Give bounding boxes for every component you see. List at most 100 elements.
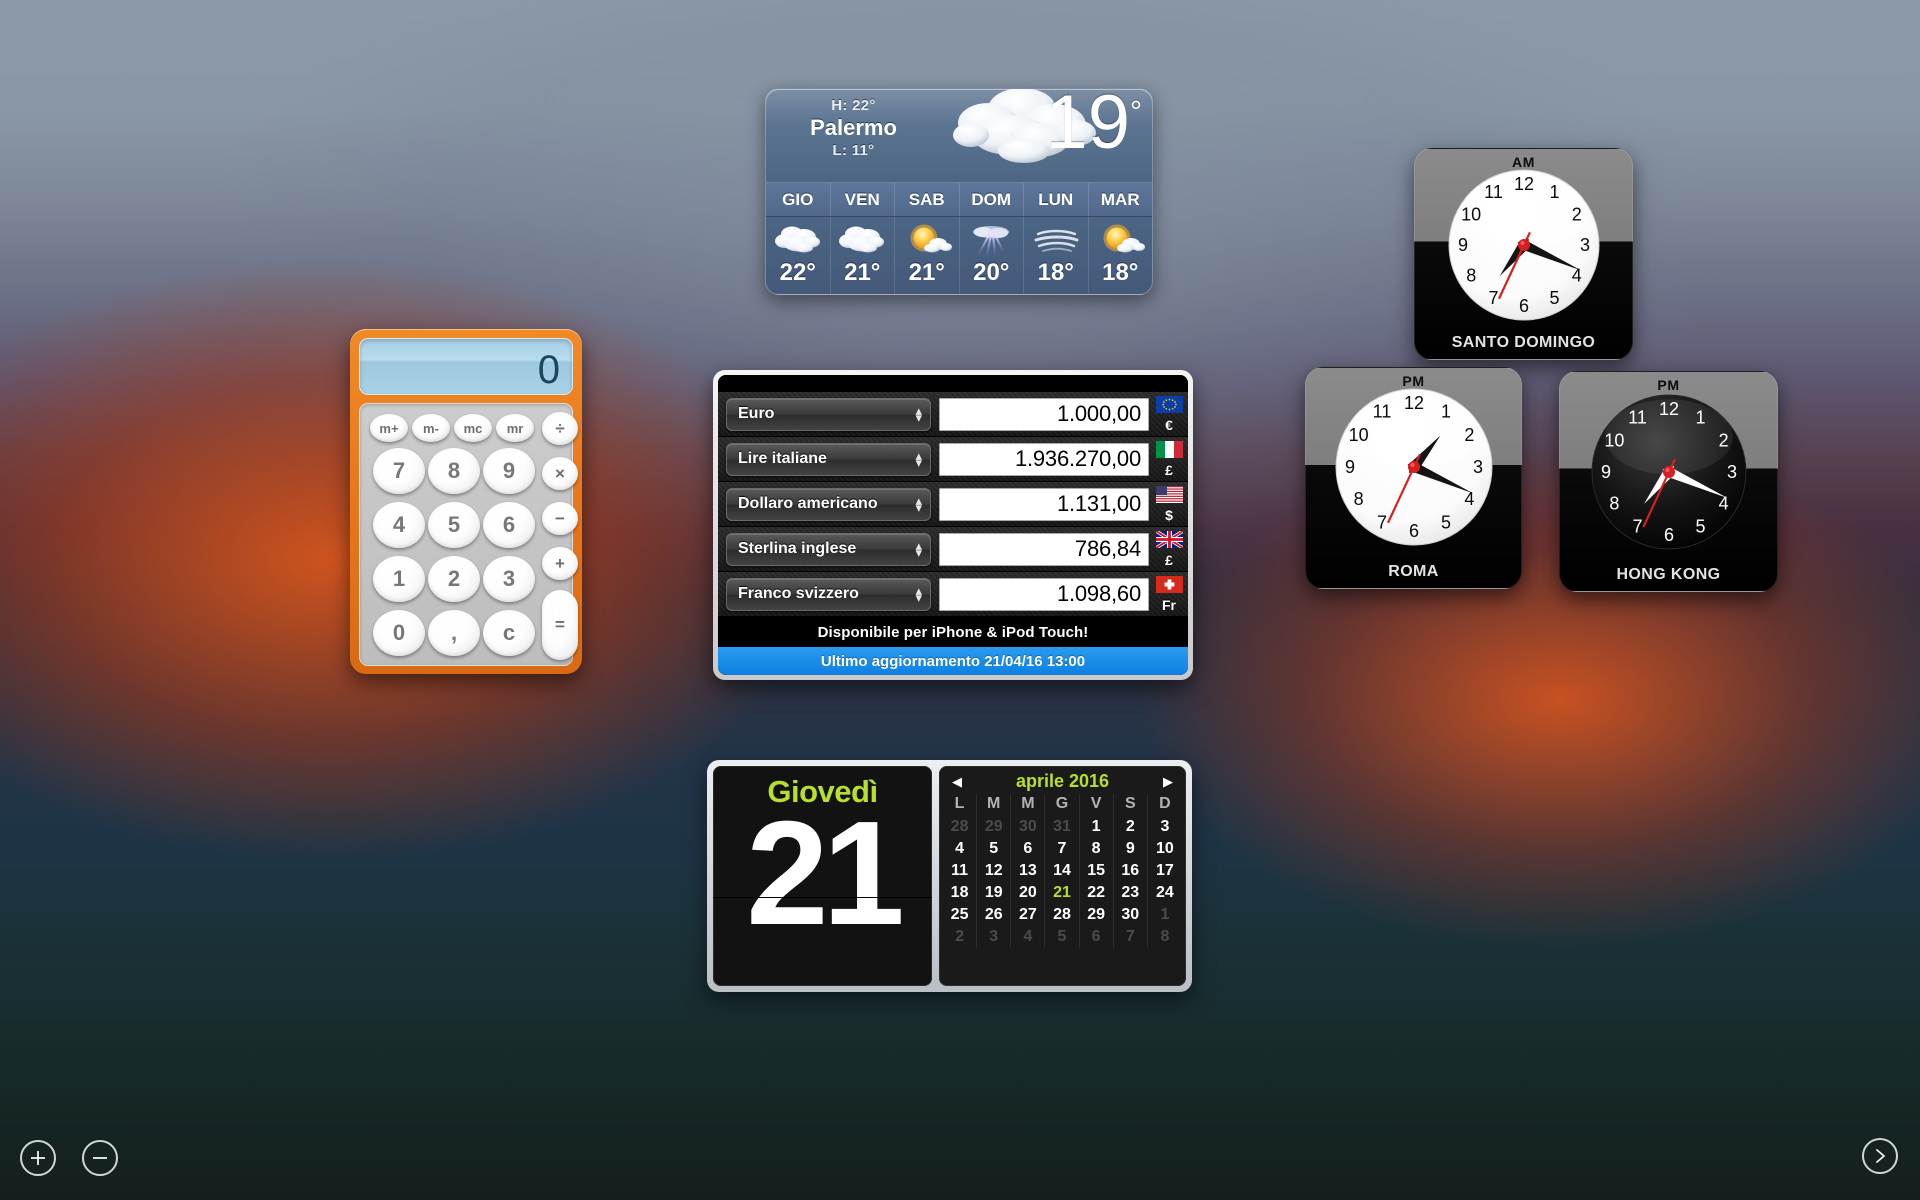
calendar-day-cell[interactable]: 26: [977, 904, 1012, 926]
calc-key-1[interactable]: 1: [373, 556, 425, 602]
currency-amount-input-0[interactable]: 1.000,00: [939, 397, 1149, 431]
stepper-icon[interactable]: ▴ ▾: [915, 494, 922, 514]
calc-key-2[interactable]: 2: [428, 556, 480, 602]
calc-key-3[interactable]: 3: [483, 556, 535, 602]
calendar-day-cell[interactable]: 25: [943, 904, 978, 926]
clock-face: 12 1234567891011: [1448, 169, 1599, 321]
currency-amount-input-1[interactable]: 1.936.270,00: [939, 442, 1149, 476]
currency-converter-widget[interactable]: Euro ▴ ▾ 1.000,00 € Lire italiane ▴ ▾ 1.936.270,…: [713, 370, 1193, 680]
calendar-day-today[interactable]: 21: [1045, 882, 1080, 904]
calc-key-divide[interactable]: ÷: [542, 412, 578, 445]
add-widget-button[interactable]: [20, 1140, 56, 1176]
calendar-day-cell[interactable]: 19: [977, 882, 1012, 904]
clock-city-label: ROMA: [1388, 563, 1439, 580]
next-page-button[interactable]: [1862, 1138, 1898, 1174]
calendar-day-cell[interactable]: 5: [977, 838, 1012, 860]
currency-select-1[interactable]: Lire italiane ▴ ▾: [726, 442, 931, 476]
currency-amount-input-2[interactable]: 1.131,00: [939, 487, 1149, 521]
stepper-icon[interactable]: ▴ ▾: [915, 404, 922, 424]
calendar-day-cell[interactable]: 30: [1011, 816, 1046, 838]
calendar-day-cell[interactable]: 5: [1045, 926, 1080, 948]
calendar-day-cell[interactable]: 23: [1114, 882, 1148, 904]
calculator-widget[interactable]: 0 m+ m-mc mr 7 8 9 4 5 6 1 2 3 0, c ÷ × − + =: [350, 329, 582, 674]
calc-key-9[interactable]: 9: [483, 448, 535, 494]
calendar-day-cell[interactable]: 7: [1045, 838, 1080, 860]
svg-text:10: 10: [1461, 205, 1481, 225]
calc-key-mc[interactable]: mc: [454, 414, 492, 442]
calc-key-6[interactable]: 6: [483, 502, 535, 548]
calendar-day-cell[interactable]: 2: [943, 926, 978, 948]
stepper-icon[interactable]: ▴ ▾: [915, 449, 922, 469]
svg-text:6: 6: [1663, 525, 1673, 545]
calendar-prev-month-icon[interactable]: ◀: [952, 774, 962, 790]
calc-key-8[interactable]: 8: [428, 448, 480, 494]
calendar-day-cell[interactable]: 10: [1148, 838, 1182, 860]
stepper-icon[interactable]: ▴ ▾: [915, 584, 922, 604]
calendar-day-cell[interactable]: 17: [1148, 860, 1182, 882]
calc-key-mminus[interactable]: m-: [412, 414, 450, 442]
calc-key-add[interactable]: +: [542, 547, 578, 580]
calc-key-mplus[interactable]: m+: [370, 414, 408, 442]
svg-text:12: 12: [1658, 399, 1678, 419]
calendar-day-cell[interactable]: 1: [1080, 816, 1114, 838]
calendar-day-cell[interactable]: 27: [1011, 904, 1046, 926]
calc-key-5[interactable]: 5: [428, 502, 480, 548]
calc-key-7[interactable]: 7: [373, 448, 425, 494]
calendar-day-cell[interactable]: 30: [1114, 904, 1148, 926]
currency-select-3[interactable]: Sterlina inglese ▴ ▾: [726, 532, 931, 566]
currency-amount-value: 1.936.270,00: [1014, 446, 1141, 471]
calendar-day-cell[interactable]: 18: [943, 882, 978, 904]
calendar-day-cell[interactable]: 16: [1114, 860, 1148, 882]
calc-key-equals[interactable]: =: [542, 590, 578, 660]
currency-select-4[interactable]: Franco svizzero ▴ ▾: [726, 577, 931, 611]
calendar-day-cell[interactable]: 15: [1080, 860, 1114, 882]
calc-key-comma[interactable]: ,: [428, 610, 480, 656]
calendar-day-cell[interactable]: 4: [943, 838, 978, 860]
weather-forecast-temp: 20°: [973, 259, 1010, 286]
calendar-day-cell[interactable]: 4: [1011, 926, 1046, 948]
calendar-day-cell[interactable]: 8: [1148, 926, 1182, 948]
calendar-day-cell[interactable]: 31: [1045, 816, 1080, 838]
calendar-day-cell[interactable]: 8: [1080, 838, 1114, 860]
calendar-day-cell[interactable]: 28: [943, 816, 978, 838]
calc-key-4[interactable]: 4: [373, 502, 425, 548]
calendar-day-cell[interactable]: 29: [977, 816, 1012, 838]
minus-icon: [93, 1157, 107, 1159]
calendar-day-cell[interactable]: 22: [1080, 882, 1114, 904]
calendar-day-cell[interactable]: 6: [1011, 838, 1046, 860]
calc-key-mr[interactable]: mr: [496, 414, 534, 442]
calendar-day-cell[interactable]: 24: [1148, 882, 1182, 904]
calendar-day-cell[interactable]: 3: [977, 926, 1012, 948]
calendar-day-cell[interactable]: 2: [1114, 816, 1148, 838]
calc-key-subtract[interactable]: −: [542, 502, 578, 535]
calendar-day-cell[interactable]: 29: [1080, 904, 1114, 926]
calc-key-multiply[interactable]: ×: [542, 457, 578, 490]
weather-current-temp: 19°: [1045, 88, 1142, 165]
currency-select-0[interactable]: Euro ▴ ▾: [726, 397, 931, 431]
calendar-day-cell[interactable]: 3: [1148, 816, 1182, 838]
calendar-dow-header: D: [1159, 795, 1171, 812]
calendar-day-cell[interactable]: 13: [1011, 860, 1046, 882]
calendar-day-cell[interactable]: 1: [1148, 904, 1182, 926]
world-clock-roma[interactable]: PM 12 1 2 3 4 5 6 7 8 9 10 11 ROMA: [1305, 367, 1522, 589]
calendar-next-month-icon[interactable]: ▶: [1163, 774, 1173, 790]
calc-key-0[interactable]: 0: [373, 610, 425, 656]
weather-widget[interactable]: H: 22° Palermo L: 11° 19° GIO VEN SAB DOM LU…: [765, 88, 1153, 295]
calc-key-clear[interactable]: c: [483, 610, 535, 656]
stepper-icon[interactable]: ▴ ▾: [915, 539, 922, 559]
calendar-day-cell[interactable]: 7: [1114, 926, 1148, 948]
world-clock-hong-kong[interactable]: PM 12 1 2 3 4 5 6 7 8 9 10 11 HONG KONG: [1559, 371, 1778, 592]
calendar-day-cell[interactable]: 12: [977, 860, 1012, 882]
calendar-day-cell[interactable]: 28: [1045, 904, 1080, 926]
calendar-day-cell[interactable]: 9: [1114, 838, 1148, 860]
calendar-day-cell[interactable]: 11: [943, 860, 978, 882]
world-clock-santo-domingo[interactable]: AM 12 1 2 3 4 5 6 7 8 9 10 11 SANTO DOMINGO: [1414, 148, 1633, 360]
calendar-day-cell[interactable]: 20: [1011, 882, 1046, 904]
currency-select-2[interactable]: Dollaro americano ▴ ▾: [726, 487, 931, 521]
currency-amount-input-3[interactable]: 786,84: [939, 532, 1149, 566]
currency-amount-input-4[interactable]: 1.098,60: [939, 577, 1149, 611]
calendar-day-cell[interactable]: 6: [1080, 926, 1114, 948]
remove-widget-button[interactable]: [82, 1140, 118, 1176]
calendar-widget[interactable]: Giovedì 21 ◀ aprile 2016 ▶ LMMGVSD 28 29 3…: [707, 760, 1192, 992]
calendar-day-cell[interactable]: 14: [1045, 860, 1080, 882]
